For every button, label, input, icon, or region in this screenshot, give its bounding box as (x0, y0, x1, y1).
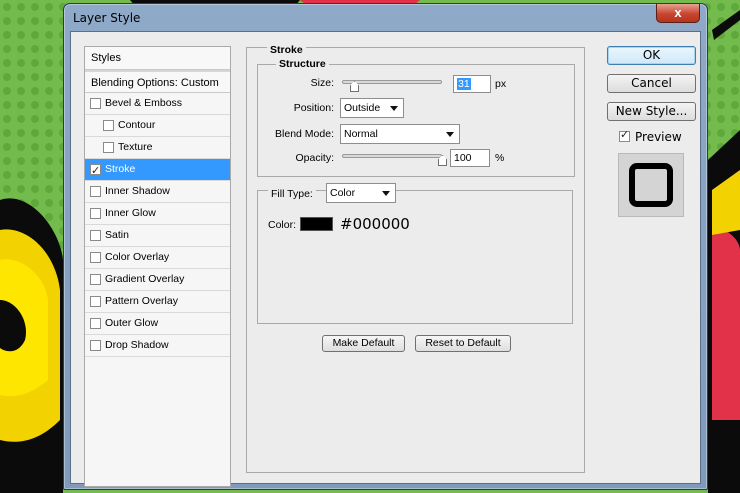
style-checkbox[interactable] (90, 208, 101, 219)
style-item-label: Stroke (105, 163, 136, 175)
style-item-label: Inner Shadow (105, 185, 170, 197)
size-slider-track[interactable] (342, 80, 442, 84)
style-item-label: Gradient Overlay (105, 273, 185, 285)
structure-group: Structure Size: 31 px Position: Outside … (257, 58, 575, 177)
fill-type-group: Fill Type: Color Color: #000000 (257, 183, 573, 324)
color-label: Color: (268, 219, 297, 231)
reset-to-default-button[interactable]: Reset to Default (415, 335, 511, 352)
style-checkbox[interactable] (90, 274, 101, 285)
style-checkbox[interactable] (90, 318, 101, 329)
style-items: Bevel & Emboss Contour Texture Stroke Inner … (85, 93, 230, 357)
size-input[interactable]: 31 (453, 75, 491, 93)
style-checkbox[interactable] (103, 120, 114, 131)
stroke-panel: Stroke Structure Size: 31 px Position: O… (246, 44, 585, 473)
size-value: 31 (457, 78, 471, 90)
size-label: Size: (310, 77, 334, 89)
style-item-label: Drop Shadow (105, 339, 169, 351)
style-item-color-overlay[interactable]: Color Overlay (85, 247, 230, 269)
style-checkbox[interactable] (90, 98, 101, 109)
style-item-stroke[interactable]: Stroke (85, 159, 230, 182)
style-item-pattern-overlay[interactable]: Pattern Overlay (85, 291, 230, 313)
style-item-label: Bevel & Emboss (105, 97, 183, 109)
style-item-label: Outer Glow (105, 317, 159, 329)
style-item-label: Satin (105, 229, 129, 241)
style-item-label: Contour (118, 119, 156, 131)
style-item-label: Inner Glow (105, 207, 156, 219)
stroke-preview-shape (629, 163, 673, 207)
structure-title: Structure (276, 58, 329, 70)
style-checkbox[interactable] (90, 161, 101, 182)
preview-checkbox-box[interactable] (619, 128, 630, 142)
style-checkbox[interactable] (90, 252, 101, 263)
close-button[interactable]: x (656, 4, 700, 23)
style-item-label: Pattern Overlay (105, 295, 178, 307)
style-checkbox[interactable] (90, 340, 101, 351)
style-checkbox[interactable] (90, 296, 101, 307)
blending-options-item[interactable]: Blending Options: Custom (85, 70, 230, 93)
style-item-inner-shadow[interactable]: Inner Shadow (85, 181, 230, 203)
chevron-down-icon (390, 106, 398, 111)
opacity-slider-track[interactable] (342, 154, 442, 158)
fill-type-label: Fill Type: (268, 188, 316, 200)
new-style-button[interactable]: New Style... (607, 102, 696, 121)
blend-mode-label: Blend Mode: (275, 128, 334, 140)
style-checkbox[interactable] (90, 230, 101, 241)
opacity-value: 100 (454, 152, 472, 164)
style-item-drop-shadow[interactable]: Drop Shadow (85, 335, 230, 357)
size-unit: px (495, 78, 507, 90)
style-item-label: Color Overlay (105, 251, 170, 263)
styles-list: Styles Blending Options: Custom Bevel & … (84, 46, 231, 487)
styles-header[interactable]: Styles (85, 47, 230, 70)
fill-type-select[interactable]: Color (326, 183, 396, 203)
ok-button[interactable]: OK (607, 46, 696, 65)
style-item-inner-glow[interactable]: Inner Glow (85, 203, 230, 225)
chevron-down-icon (382, 191, 390, 196)
style-preview (618, 153, 684, 217)
close-icon: x (674, 5, 682, 20)
position-select[interactable]: Outside (340, 98, 404, 118)
style-item-satin[interactable]: Satin (85, 225, 230, 247)
style-item-contour[interactable]: Contour (85, 115, 230, 137)
fill-type-value: Color (330, 187, 356, 199)
blend-mode-value: Normal (344, 128, 378, 140)
style-item-label: Texture (118, 141, 153, 153)
dialog-title: Layer Style (73, 11, 141, 25)
opacity-label: Opacity: (295, 152, 334, 164)
style-item-gradient-overlay[interactable]: Gradient Overlay (85, 269, 230, 291)
position-label: Position: (293, 102, 334, 114)
color-hex-value: #000000 (340, 215, 410, 233)
make-default-button[interactable]: Make Default (322, 335, 405, 352)
style-item-texture[interactable]: Texture (85, 137, 230, 159)
color-swatch[interactable] (300, 217, 333, 231)
stroke-section-title: Stroke (267, 44, 306, 56)
style-checkbox[interactable] (90, 186, 101, 197)
layer-style-dialog: Layer Style x Styles Blending Options: C… (63, 3, 708, 490)
dialog-body: Styles Blending Options: Custom Bevel & … (70, 31, 701, 487)
style-item-outer-glow[interactable]: Outer Glow (85, 313, 230, 335)
cancel-button[interactable]: Cancel (607, 74, 696, 93)
style-item-bevel-emboss[interactable]: Bevel & Emboss (85, 93, 230, 115)
preview-label: Preview (635, 130, 682, 144)
blend-mode-select[interactable]: Normal (340, 124, 460, 144)
position-value: Outside (344, 102, 381, 114)
chevron-down-icon (446, 132, 454, 137)
style-checkbox[interactable] (103, 142, 114, 153)
opacity-input[interactable]: 100 (450, 149, 490, 167)
opacity-unit: % (495, 152, 505, 164)
